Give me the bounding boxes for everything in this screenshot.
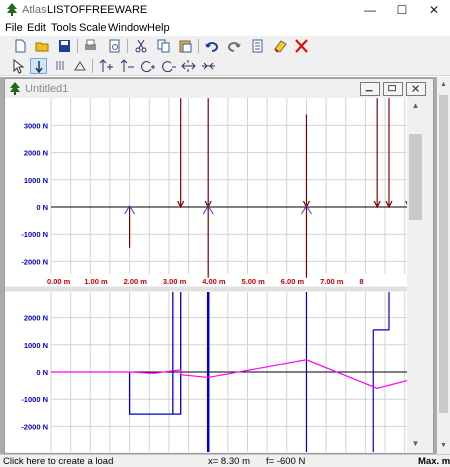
document-title-bar: Untitled1 [5,79,433,99]
open-folder-icon[interactable] [34,38,51,54]
moment-diagram-line [51,359,407,389]
window-title: LISTOFFREEWARE [47,4,148,16]
paste-icon[interactable] [177,38,194,54]
remove-moment-icon[interactable] [160,58,177,74]
load-diagram[interactable]: 3000 N 2000 N 1000 N 0 N -1000 N -2000 N 0.00 … [5,98,407,286]
menu-window[interactable]: Window [108,22,147,34]
save-icon[interactable] [56,38,73,54]
shear-diagram-line [128,292,182,415]
minimize-icon[interactable]: — [354,0,386,20]
x-tick-label: 8 [359,277,363,286]
status-x-readout: x= 8.30 m [208,456,250,467]
doc-restore-icon[interactable] [383,82,403,96]
x-tick-label: 3.00 m [163,277,187,286]
x-tick-label: 5.00 m [242,277,266,286]
delete-icon[interactable] [293,38,310,54]
close-icon[interactable]: ✕ [418,0,450,20]
shear-step-line [373,292,390,331]
toolbar-separator [77,39,78,53]
shrink-icon[interactable] [200,58,217,74]
y-tick-label: 1000 N [24,341,48,350]
x-tick-label: 0.00 m [47,277,71,286]
add-force-icon[interactable] [97,58,114,74]
scroll-thumb[interactable] [439,95,448,413]
point-load-icon[interactable] [30,58,47,74]
add-moment-icon[interactable] [139,58,156,74]
print-preview-icon[interactable] [106,38,123,54]
standard-toolbar [0,36,450,56]
print-icon[interactable] [82,38,99,54]
x-tick-label: 6.00 m [281,277,305,286]
distributed-load-icon[interactable] [52,58,69,74]
status-bar: Click here to create a load x= 8.30 m f=… [0,454,450,467]
new-file-icon[interactable] [12,38,29,54]
document-tree-icon [10,82,20,95]
y-tick-label: 0 N [36,368,48,377]
y-tick-label: -2000 N [21,257,48,266]
remove-force-icon[interactable] [118,58,135,74]
expand-icon[interactable] [180,58,197,74]
eraser-icon[interactable] [272,38,289,54]
plot-splitter[interactable] [5,287,407,291]
menu-scale[interactable]: Scale [79,22,107,34]
document-title: Untitled1 [25,83,69,95]
redo-icon[interactable] [226,38,243,54]
status-hint: Click here to create a load [3,456,114,467]
app-name: Atlas [22,4,47,16]
x-tick-label: 1.00 m [84,277,108,286]
menu-file[interactable]: File [5,22,23,34]
scroll-up-icon[interactable]: ▲ [437,77,450,93]
toolbar-separator [127,39,128,53]
diagram-scroll-thumb[interactable] [409,134,422,220]
status-max-moment: Max. mo [418,456,450,467]
x-tick-label: 7.00 m [320,277,344,286]
properties-icon[interactable] [249,38,266,54]
y-tick-label: -1000 N [21,395,48,404]
pointer-icon[interactable] [9,58,26,74]
cut-icon[interactable] [133,38,150,54]
diagram-scroll-down-icon[interactable]: ▼ [407,436,424,452]
shear-moment-diagram[interactable]: 2000 N 1000 N 0 N -1000 N -2000 N [5,292,407,452]
menu-help[interactable]: Help [147,22,170,34]
x-tick-label: 4.00 m [202,277,226,286]
shear-moment-canvas[interactable]: 2000 N 1000 N 0 N -1000 N -2000 N [5,292,407,452]
scroll-down-icon[interactable]: ▼ [437,438,450,454]
y-tick-label: 2000 N [24,314,48,323]
menu-tools[interactable]: Tools [51,22,77,34]
maximize-icon[interactable]: ☐ [386,0,418,20]
doc-close-icon[interactable] [406,82,426,96]
load-diagram-canvas[interactable]: 3000 N 2000 N 1000 N 0 N -1000 N -2000 N 0.00 … [5,98,407,286]
diagram-scroll-up-icon[interactable]: ▲ [407,98,424,114]
y-tick-label: -1000 N [21,230,48,239]
app-tree-icon [7,3,17,16]
y-tick-label: 1000 N [24,176,48,185]
status-f-readout: f= -600 N [266,456,306,467]
y-tick-label: -2000 N [21,422,48,431]
support-icon[interactable] [72,58,89,74]
copy-icon[interactable] [155,38,172,54]
doc-minimize-icon[interactable] [360,82,380,96]
y-tick-label: 0 N [36,203,48,212]
drawing-toolbar [0,56,450,76]
y-tick-label: 3000 N [24,121,48,130]
toolbar-separator [198,39,199,53]
menu-edit[interactable]: Edit [27,22,46,34]
title-bar: Atlas LISTOFFREEWARE — ☐ ✕ [0,0,450,20]
menu-bar: File Edit Tools Scale Window Help [0,20,450,36]
toolbar-separator [92,59,93,73]
x-tick-label: 2.00 m [124,277,148,286]
diagram-scrollbar[interactable]: ▲ ▼ [407,98,424,452]
workspace-scrollbar[interactable]: ▲ ▼ [437,77,450,454]
y-tick-label: 2000 N [24,149,48,158]
undo-icon[interactable] [203,38,220,54]
